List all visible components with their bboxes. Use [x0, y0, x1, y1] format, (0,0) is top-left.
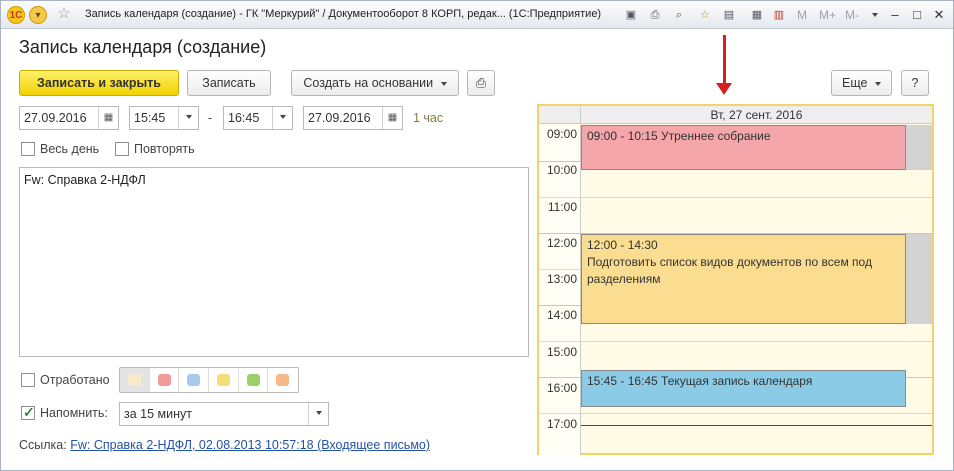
link-row: Ссылка: Fw: Справка 2-НДФЛ, 02.08.2013 1…	[19, 438, 430, 452]
annotation-arrow	[723, 35, 726, 87]
calendar-picker-icon[interactable]: ▦	[382, 107, 402, 129]
done-checkbox[interactable]	[21, 373, 35, 387]
hour-label: 12:00	[546, 236, 577, 250]
end-time-value: 16:45	[228, 111, 260, 125]
printer-icon: ⎙	[475, 76, 486, 90]
hour-line	[539, 197, 932, 198]
annotation-arrow-head	[716, 83, 732, 95]
color-swatch-red[interactable]	[150, 368, 180, 392]
calendar-event-current[interactable]: 15:45 - 16:45 Текущая запись календаря	[581, 370, 906, 407]
end-date-field[interactable]: 27.09.2016 ▦	[303, 106, 403, 130]
start-time-field[interactable]: 15:45	[129, 106, 199, 130]
color-swatch-blue[interactable]	[179, 368, 210, 392]
more-button[interactable]: Еще	[831, 70, 892, 96]
event-overflow-area	[906, 234, 932, 324]
hour-label: 15:00	[546, 345, 577, 359]
current-time-line	[581, 425, 932, 426]
hour-line	[539, 341, 932, 342]
memory-m-button[interactable]: M	[797, 8, 807, 22]
day-calendar: Вт, 27 сент. 2016 09:00 10:00 11:00 12:0…	[537, 104, 934, 455]
start-time-value: 15:45	[134, 111, 166, 125]
calendar-event-morning-meeting[interactable]: 09:00 - 10:15 Утреннее собрание	[581, 125, 906, 170]
hour-label: 14:00	[546, 308, 577, 322]
color-swatch-yellow[interactable]	[209, 368, 239, 392]
calendar-picker-icon[interactable]: ▦	[98, 107, 118, 129]
save-and-close-button[interactable]: Записать и закрыть	[19, 70, 179, 96]
event-overflow-area	[906, 125, 932, 170]
color-swatch-green[interactable]	[239, 368, 269, 392]
memory-plus-button[interactable]: M+	[819, 8, 836, 22]
start-date-field[interactable]: 27.09.2016 ▦	[19, 106, 119, 130]
time-range-dash: -	[208, 111, 213, 125]
favorite-star-icon[interactable]: ☆	[55, 5, 73, 23]
main-menu-icon[interactable]: ▾	[29, 6, 47, 24]
calculator-icon[interactable]: ▦	[749, 7, 765, 23]
subject-textarea[interactable]: Fw: Справка 2-НДФЛ	[19, 167, 529, 357]
calendar-icon[interactable]: ▥	[771, 7, 787, 23]
repeat-label: Повторять	[134, 142, 195, 156]
color-swatch-beige[interactable]	[120, 368, 150, 392]
end-time-field[interactable]: 16:45	[223, 106, 293, 130]
color-swatch-orange[interactable]	[268, 368, 298, 392]
chevron-down-icon[interactable]	[272, 107, 292, 129]
source-letter-link[interactable]: Fw: Справка 2-НДФЛ, 02.08.2013 10:57:18 …	[70, 438, 430, 452]
print-icon[interactable]: ⎙	[647, 7, 663, 23]
create-based-on-label: Создать на основании	[303, 76, 434, 90]
hour-label: 16:00	[546, 381, 577, 395]
hour-label: 11:00	[547, 200, 577, 214]
title-bar: 1С ▾ ☆ Запись календаря (создание) - ГК …	[1, 1, 953, 29]
event-title: Подготовить список видов документов по в…	[587, 255, 872, 286]
hour-line	[539, 413, 932, 414]
1c-logo-icon[interactable]: 1С	[7, 6, 25, 24]
hour-label: 10:00	[546, 163, 577, 177]
duration-label: 1 час	[413, 111, 444, 125]
preview-icon[interactable]: ⌕	[671, 7, 687, 23]
document-icon[interactable]: ▤	[721, 7, 737, 23]
hour-label: 13:00	[546, 272, 577, 286]
start-date-value: 27.09.2016	[24, 111, 87, 125]
save-button[interactable]: Записать	[187, 70, 271, 96]
memory-minus-button[interactable]: M-	[845, 8, 859, 22]
all-day-checkbox[interactable]	[21, 142, 35, 156]
app-window: 1С ▾ ☆ Запись календаря (создание) - ГК …	[0, 0, 954, 471]
calendar-corner	[539, 106, 581, 124]
close-icon[interactable]: ✕	[929, 6, 949, 24]
print-button[interactable]: ⎙	[467, 70, 495, 96]
chevron-down-icon[interactable]	[308, 403, 328, 425]
remind-select[interactable]: за 15 минут	[119, 402, 329, 426]
remind-label: Напомнить:	[40, 406, 108, 420]
remind-value: за 15 минут	[124, 407, 192, 421]
help-button[interactable]: ?	[901, 70, 929, 96]
done-label: Отработано	[40, 373, 110, 387]
create-based-on-button[interactable]: Создать на основании	[291, 70, 459, 96]
hour-label: 17:00	[546, 417, 577, 431]
page-title: Запись календаря (создание)	[19, 37, 267, 57]
calendar-day-header: Вт, 27 сент. 2016	[581, 106, 932, 124]
calendar-event-prepare-list[interactable]: 12:00 - 14:30 Подготовить список видов д…	[581, 234, 906, 324]
add-favorite-icon[interactable]: ☆	[697, 7, 713, 23]
repeat-checkbox[interactable]	[115, 142, 129, 156]
color-picker	[119, 367, 299, 393]
more-dropdown-icon[interactable]	[867, 7, 883, 23]
minimize-icon[interactable]: –	[885, 6, 905, 24]
all-day-label: Весь день	[40, 142, 100, 156]
chevron-down-icon	[874, 81, 881, 86]
link-label: Ссылка:	[19, 438, 67, 452]
chevron-down-icon[interactable]	[178, 107, 198, 129]
maximize-icon[interactable]: □	[907, 6, 927, 24]
event-time: 12:00 - 14:30	[587, 238, 658, 252]
save-disk-icon[interactable]: ▣	[623, 7, 639, 23]
remind-checkbox[interactable]	[21, 404, 35, 421]
end-date-value: 27.09.2016	[308, 111, 371, 125]
window-title: Запись календаря (создание) - ГК "Меркур…	[85, 8, 602, 20]
chevron-down-icon	[440, 81, 447, 86]
hour-label: 09:00	[546, 127, 577, 141]
more-label: Еще	[842, 76, 868, 90]
